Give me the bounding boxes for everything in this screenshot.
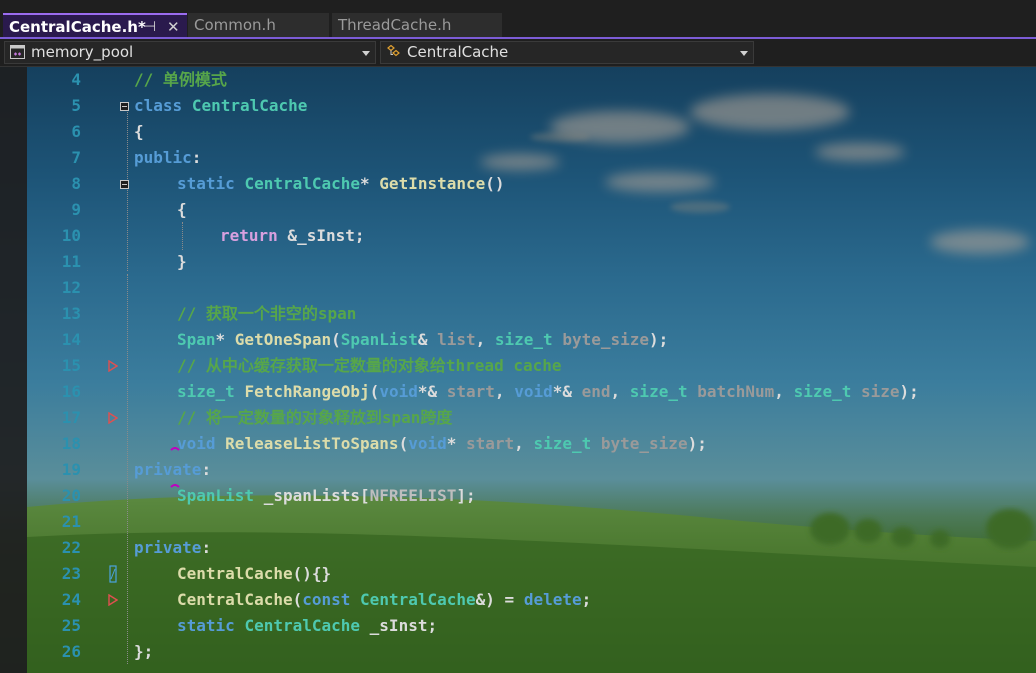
line-number: 26	[61, 642, 81, 661]
line-number: 16	[61, 382, 81, 401]
code-text: static CentralCache _sInst;	[177, 616, 438, 635]
code-text: CentralCache(const CentralCache&) = dele…	[177, 590, 592, 609]
breakpoint-arrow-icon[interactable]	[108, 412, 118, 424]
line-number: 4	[71, 70, 81, 89]
line-number: 24	[61, 590, 81, 609]
code-line[interactable]: 20 SpanList _spanLists[NFREELIST];	[0, 483, 1036, 509]
line-number: 8	[71, 174, 81, 193]
code-line[interactable]: 5 class CentralCache	[0, 93, 1036, 119]
line-number: 11	[61, 252, 81, 271]
code-text: public:	[134, 148, 202, 167]
code-line[interactable]: 18 void ReleaseListToSpans(void* start, …	[0, 431, 1036, 457]
line-number: 7	[71, 148, 81, 167]
code-text: class CentralCache	[134, 96, 308, 115]
breakpoint-arrow-icon[interactable]	[108, 360, 118, 372]
code-text: // 将一定数量的对象释放到span跨度	[177, 408, 453, 427]
code-line[interactable]: 16 size_t FetchRangeObj(void*& start, vo…	[0, 379, 1036, 405]
project-dropdown[interactable]: memory_pool	[4, 41, 376, 64]
project-name: memory_pool	[31, 43, 134, 61]
code-text: private:	[134, 460, 212, 479]
scope-name: CentralCache	[407, 43, 509, 61]
tab-label: Common.h	[194, 16, 276, 34]
class-icon	[387, 45, 400, 57]
code-line[interactable]: 9 {	[0, 197, 1036, 223]
code-text: return &_sInst;	[220, 226, 365, 245]
squiggle-marker	[170, 447, 180, 451]
code-line[interactable]: 15 // 从中心缓存获取一定数量的对象给thread cache	[0, 353, 1036, 379]
code-text: CentralCache(){}	[177, 564, 332, 583]
edit-marker-icon	[109, 565, 117, 583]
code-text: size_t FetchRangeObj(void*& start, void*…	[177, 382, 919, 401]
code-line[interactable]: 4 // 单例模式	[0, 67, 1036, 93]
code-line[interactable]: 19 private:	[0, 457, 1036, 483]
code-text: // 从中心缓存获取一定数量的对象给thread cache	[177, 356, 562, 375]
code-text: void ReleaseListToSpans(void* start, siz…	[177, 434, 707, 453]
code-line[interactable]: 11 }	[0, 249, 1036, 275]
line-number: 20	[61, 486, 81, 505]
code-line[interactable]: 8 static CentralCache* GetInstance()	[0, 171, 1036, 197]
line-number: 19	[61, 460, 81, 479]
code-text: SpanList _spanLists[NFREELIST];	[177, 486, 476, 505]
line-number: 9	[71, 200, 81, 219]
code-text: {	[134, 122, 144, 141]
line-number: 6	[71, 122, 81, 141]
line-number: 5	[71, 96, 81, 115]
line-number: 15	[61, 356, 81, 375]
squiggle-marker	[170, 484, 180, 488]
breakpoint-arrow-icon[interactable]	[108, 594, 118, 606]
code-line[interactable]: 26 };	[0, 639, 1036, 665]
line-number: 17	[61, 408, 81, 427]
code-text: {	[177, 200, 187, 219]
code-line[interactable]: 23 CentralCache(){}	[0, 561, 1036, 587]
line-number: 25	[61, 616, 81, 635]
line-number: 21	[61, 512, 81, 531]
navigation-bar: memory_pool CentralCache	[0, 39, 1036, 67]
code-text: // 获取一个非空的span	[177, 304, 357, 323]
code-line[interactable]: 7 public:	[0, 145, 1036, 171]
line-number: 18	[61, 434, 81, 453]
code-text: // 单例模式	[134, 70, 227, 89]
tab-centralcache-h[interactable]: CentralCache.h* ⊣ ✕	[3, 13, 187, 37]
code-line[interactable]: 12	[0, 275, 1036, 301]
tab-label: CentralCache.h*	[9, 18, 146, 36]
code-text: Span* GetOneSpan(SpanList& list, size_t …	[177, 330, 669, 349]
code-editor[interactable]: 4 // 单例模式 5 class CentralCache 6 { 7 pub…	[0, 67, 1036, 673]
code-line[interactable]: 6 {	[0, 119, 1036, 145]
tab-common-h[interactable]: Common.h	[188, 13, 329, 37]
collapse-icon[interactable]	[120, 180, 129, 189]
line-number: 10	[61, 226, 81, 245]
code-line[interactable]: 17 // 将一定数量的对象释放到span跨度	[0, 405, 1036, 431]
code-line[interactable]: 25 static CentralCache _sInst;	[0, 613, 1036, 639]
close-icon[interactable]: ✕	[167, 15, 180, 39]
code-text: static CentralCache* GetInstance()	[177, 174, 505, 193]
project-icon	[10, 45, 25, 59]
code-line[interactable]: 10 return &_sInst;	[0, 223, 1036, 249]
code-text: };	[134, 642, 154, 661]
line-number: 12	[61, 278, 81, 297]
tab-threadcache-h[interactable]: ThreadCache.h	[332, 13, 502, 37]
line-number: 14	[61, 330, 81, 349]
line-number: 13	[61, 304, 81, 323]
code-text: private:	[134, 538, 212, 557]
line-number: 23	[61, 564, 81, 583]
code-line[interactable]: 21	[0, 509, 1036, 535]
code-line[interactable]: 13 // 获取一个非空的span	[0, 301, 1036, 327]
chevron-down-icon	[362, 51, 370, 56]
code-line[interactable]: 24 CentralCache(const CentralCache&) = d…	[0, 587, 1036, 613]
line-number: 22	[61, 538, 81, 557]
chevron-down-icon	[740, 51, 748, 56]
document-tab-bar: CentralCache.h* ⊣ ✕ Common.h ThreadCache…	[0, 0, 1036, 37]
code-line[interactable]: 14 Span* GetOneSpan(SpanList& list, size…	[0, 327, 1036, 353]
tab-label: ThreadCache.h	[338, 16, 452, 34]
code-line[interactable]: 22 private:	[0, 535, 1036, 561]
code-text: }	[177, 252, 187, 271]
pin-icon[interactable]: ⊣	[144, 15, 156, 39]
scope-dropdown[interactable]: CentralCache	[380, 41, 754, 64]
collapse-icon[interactable]	[120, 102, 129, 111]
